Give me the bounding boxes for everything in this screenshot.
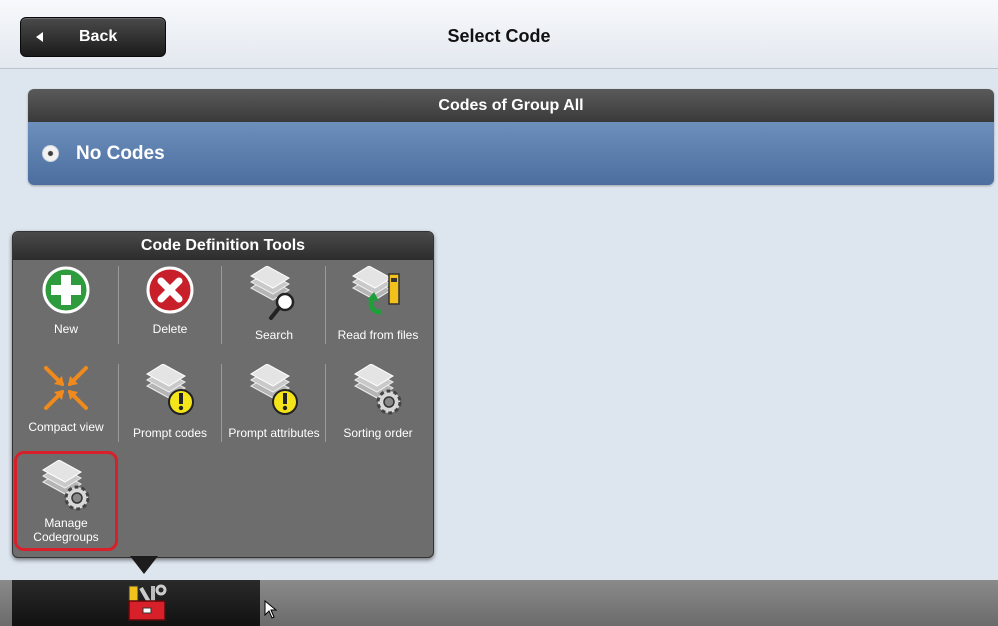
sorting-icon bbox=[354, 364, 402, 415]
code-definition-tools-popup: Code Definition Tools New Delete Search bbox=[12, 231, 434, 574]
tool-compact-view[interactable]: Compact view bbox=[14, 358, 118, 452]
delete-icon bbox=[146, 266, 194, 314]
read-files-icon bbox=[352, 266, 400, 315]
popup-pointer bbox=[130, 556, 158, 574]
tool-delete[interactable]: Delete bbox=[118, 260, 222, 354]
tool-search[interactable]: Search bbox=[222, 260, 326, 354]
header-bar: Back Select Code bbox=[0, 0, 998, 69]
prompt-codes-icon bbox=[146, 364, 194, 415]
page-title: Select Code bbox=[447, 26, 551, 46]
compact-icon bbox=[44, 366, 88, 410]
tool-label: Prompt codes bbox=[132, 426, 208, 440]
tool-new[interactable]: New bbox=[14, 260, 118, 354]
tool-label: Delete bbox=[152, 322, 188, 336]
tool-label: Search bbox=[254, 328, 294, 342]
code-item-label: No Codes bbox=[76, 142, 165, 164]
code-list-item[interactable]: No Codes bbox=[28, 122, 994, 185]
bottom-toolbar bbox=[0, 580, 998, 626]
tool-label: Prompt attributes bbox=[228, 426, 320, 440]
mouse-cursor-icon bbox=[264, 600, 278, 619]
tool-read-from-files[interactable]: Read from files bbox=[326, 260, 430, 354]
codes-panel-title: Codes of Group All bbox=[28, 89, 994, 122]
tool-prompt-codes[interactable]: Prompt codes bbox=[118, 358, 222, 452]
plus-icon bbox=[42, 266, 90, 314]
radio-icon[interactable] bbox=[42, 145, 59, 162]
tool-sorting-order[interactable]: Sorting order bbox=[326, 358, 430, 452]
selection-highlight bbox=[14, 451, 118, 551]
tools-tab[interactable] bbox=[12, 580, 260, 626]
search-icon bbox=[250, 266, 295, 320]
tool-label: Sorting order bbox=[343, 426, 413, 440]
prompt-attributes-icon bbox=[250, 364, 298, 415]
toolbox-icon[interactable] bbox=[127, 584, 167, 622]
tools-popup-title: Code Definition Tools bbox=[13, 232, 433, 260]
tool-prompt-attributes[interactable]: Prompt attributes bbox=[222, 358, 326, 452]
codes-panel: Codes of Group All No Codes bbox=[28, 89, 994, 185]
tool-label: New bbox=[53, 322, 78, 336]
tool-label: Compact view bbox=[28, 420, 104, 434]
tool-label: Read from files bbox=[337, 328, 419, 342]
